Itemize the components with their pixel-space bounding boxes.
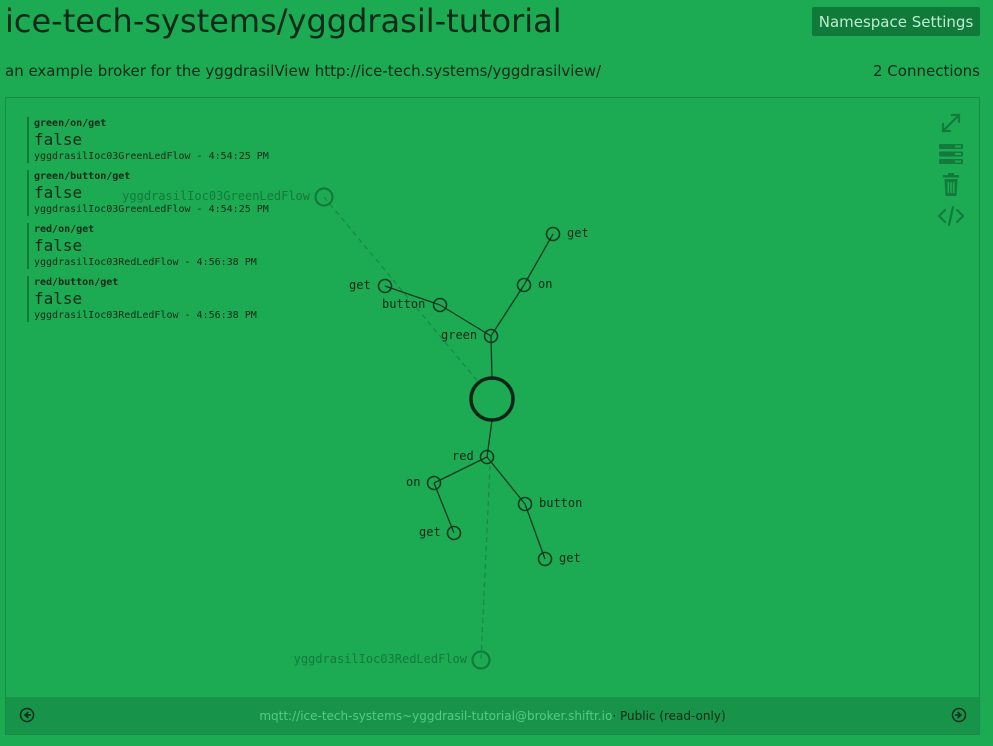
node-label-green-on: on xyxy=(538,277,552,291)
client-link xyxy=(480,465,491,660)
message-topic: red/on/get xyxy=(34,224,95,235)
trash-icon[interactable] xyxy=(936,172,966,198)
message-meta: yggdrasilIoc03RedLedFlow - 4:56:38 PM xyxy=(34,257,257,268)
node-label-red-on: on xyxy=(406,475,420,489)
code-icon[interactable] xyxy=(936,203,966,229)
next-arrow-icon[interactable] xyxy=(951,707,967,723)
node-label-red-button: button xyxy=(539,496,582,510)
message-meta: yggdrasilIoc03GreenLedFlow - 4:54:25 PM xyxy=(34,204,269,215)
expand-icon[interactable] xyxy=(936,110,966,136)
edge xyxy=(486,456,526,505)
footer-bar: mqtt://ice-tech-systems~yggdrasil-tutori… xyxy=(6,697,979,734)
view-toolbar xyxy=(936,110,966,234)
client-link xyxy=(323,196,481,385)
namespace-description: an example broker for the yggdrasilView … xyxy=(5,62,602,80)
node-label-red-on-get: get xyxy=(419,525,441,539)
message-topic: red/button/get xyxy=(34,277,119,288)
message-item: red/on/get false yggdrasilIoc03RedLedFlo… xyxy=(27,223,269,269)
client-label-red: yggdrasilIoc03RedLedFlow xyxy=(294,652,468,666)
message-value: false xyxy=(34,289,83,308)
message-meta: yggdrasilIoc03RedLedFlow - 4:56:38 PM xyxy=(34,310,257,321)
message-value: false xyxy=(34,236,83,255)
edge xyxy=(524,503,546,560)
node-label-green-on-get: get xyxy=(567,226,589,240)
broker-url-link[interactable]: mqtt://ice-tech-systems~yggdrasil-tutori… xyxy=(259,709,612,723)
recent-messages-list: green/on/get false yggdrasilIoc03GreenLe… xyxy=(27,117,269,329)
node-label-red-button-get: get xyxy=(559,551,581,565)
node-label-red: red xyxy=(452,449,474,463)
broker-visualization-panel: green on get button get red on get butto… xyxy=(5,97,980,735)
message-topic: green/on/get xyxy=(34,118,107,129)
access-status: · Public (read-only) xyxy=(612,708,726,723)
list-view-icon[interactable] xyxy=(936,141,966,167)
message-item: red/button/get false yggdrasilIoc03RedLe… xyxy=(27,276,269,322)
previous-arrow-icon[interactable] xyxy=(19,707,35,723)
node-label-green: green xyxy=(441,328,477,342)
node-label-green-button-get: get xyxy=(349,278,371,292)
message-item: green/on/get false yggdrasilIoc03GreenLe… xyxy=(27,117,269,163)
connections-count[interactable]: 2 Connections xyxy=(873,62,980,80)
message-item: green/button/get false yggdrasilIoc03Gre… xyxy=(27,170,269,216)
node-label-green-button: button xyxy=(382,297,425,311)
message-topic: green/button/get xyxy=(34,171,131,182)
broker-root-node[interactable] xyxy=(469,376,515,422)
message-value: false xyxy=(34,130,83,149)
page-title: ice-tech-systems/yggdrasil-tutorial xyxy=(5,2,562,40)
edge xyxy=(490,284,525,337)
namespace-settings-button[interactable]: Namespace Settings xyxy=(812,7,980,36)
message-value: false xyxy=(34,183,83,202)
message-meta: yggdrasilIoc03GreenLedFlow - 4:54:25 PM xyxy=(34,151,269,162)
